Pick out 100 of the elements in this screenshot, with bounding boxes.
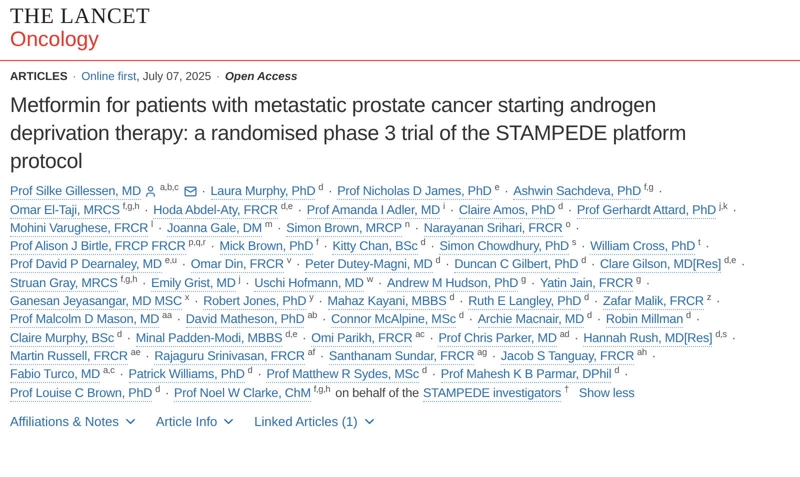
author-link[interactable]: Minal Padden-Modi, MBBS: [136, 330, 282, 347]
online-first-link[interactable]: Online first: [81, 69, 136, 86]
author-link[interactable]: Robin Millman: [606, 312, 683, 328]
separator: ·: [732, 330, 736, 347]
author-link[interactable]: Claire Murphy, BSc: [10, 330, 114, 347]
affiliation-marks: n: [404, 220, 410, 229]
author-link[interactable]: Santhanam Sundar, FRCR: [328, 348, 474, 365]
author-link[interactable]: Jacob S Tanguay, FRCR: [500, 348, 634, 365]
author-link[interactable]: Prof Alison J Birtle, FRCP FRCR: [10, 239, 186, 256]
author-link[interactable]: Yatin Jain, FRCR: [540, 276, 634, 292]
author-link[interactable]: Patrick Williams, PhD: [128, 367, 245, 384]
separator: ·: [142, 274, 146, 292]
section-toggle[interactable]: Linked Articles (1): [254, 412, 377, 432]
affiliation-marks: d: [584, 293, 589, 302]
author-link[interactable]: David Matheson, PhD: [186, 312, 304, 328]
affiliation-marks: ad: [560, 330, 570, 339]
author-link[interactable]: Mick Brown, PhD: [220, 239, 314, 256]
affiliation-marks: j,k: [719, 202, 728, 211]
author-link[interactable]: Prof Mahesh K B Parmar, DPhil: [440, 367, 612, 384]
author-link[interactable]: Prof Matthew R Sydes, MSc: [266, 367, 419, 384]
author-link[interactable]: Prof Chris Parker, MD: [438, 330, 557, 347]
article-title: Metformin for patients with metastatic prostate cancer starting androgen deprivation therapy: a randomised phase 3 trial of the STAMPEDE platform protocol: [9, 93, 688, 176]
author-link[interactable]: Omi Parikh, FRCR: [311, 330, 412, 347]
author-link[interactable]: Prof Noel W Clarke, ChM: [174, 386, 311, 402]
author-link[interactable]: Joanna Gale, DM: [166, 220, 262, 237]
show-less-link[interactable]: Show less: [578, 384, 634, 402]
author-link[interactable]: Andrew M Hudson, PhD: [387, 276, 518, 292]
affiliation-marks: aa: [162, 311, 172, 320]
author-link[interactable]: Prof David P Dearnaley, MD: [10, 257, 162, 274]
separator: ·: [320, 348, 324, 365]
author-link[interactable]: Archie Macnair, MD: [478, 312, 584, 328]
section-toggle[interactable]: Article Info: [156, 412, 236, 432]
journal-name: THE LANCET: [10, 4, 152, 28]
author-link[interactable]: Martin Russell, FRCR: [10, 348, 128, 365]
author-link[interactable]: Prof Nicholas D James, PhD: [337, 184, 492, 200]
author-link[interactable]: Simon Chowdhury, PhD: [439, 239, 569, 256]
author-link[interactable]: Struan Gray, MRCS: [10, 276, 118, 292]
separator: ·: [158, 220, 162, 237]
group-prefix: on behalf of the: [335, 384, 419, 402]
author-link[interactable]: Laura Murphy, PhD: [210, 184, 316, 200]
author-link[interactable]: Rajaguru Srinivasan, FRCR: [154, 348, 305, 365]
author-link[interactable]: Mohini Varughese, FRCR: [10, 220, 148, 237]
author-link[interactable]: Prof Amanda I Adler, MD: [306, 202, 440, 219]
author-link[interactable]: Zafar Malik, FRCR: [602, 294, 704, 310]
separator: ·: [257, 366, 262, 384]
affiliation-marks: f,g,h: [120, 274, 138, 284]
separator: ·: [126, 330, 131, 347]
author-link[interactable]: Mahaz Kayani, MBBS: [328, 294, 446, 310]
author-link[interactable]: Prof Malcolm D Mason, MD: [10, 312, 160, 328]
author-link[interactable]: Omar Din, FRCR: [190, 257, 284, 274]
author-link[interactable]: Omar El-Taji, MRCS: [10, 202, 120, 219]
affiliation-marks: ac: [415, 330, 424, 339]
author-link[interactable]: Hoda Abdel-Aty, FRCR: [153, 202, 278, 219]
affiliation-marks: d: [458, 311, 464, 320]
author-link[interactable]: Ruth E Langley, PhD: [468, 294, 582, 310]
separator: ·: [624, 366, 628, 384]
separator: ·: [459, 293, 464, 310]
separator: ·: [530, 274, 535, 292]
affiliation-marks: w: [366, 274, 374, 284]
author-link[interactable]: Prof Louise C Brown, PhD: [10, 386, 152, 402]
author-link[interactable]: Robert Jones, PhD: [203, 294, 306, 310]
author-link[interactable]: Claire Amos, PhD: [458, 202, 556, 219]
section-toggle[interactable]: Affiliations & Notes: [10, 412, 138, 432]
separator: ·: [429, 330, 434, 347]
author-link[interactable]: Connor McAlpine, MSc: [331, 312, 456, 328]
author-link[interactable]: Emily Grist, MD: [151, 276, 236, 292]
affiliation-marks: d: [558, 202, 563, 211]
journal-section: Oncology: [10, 28, 790, 52]
affiliation-marks: m: [264, 220, 272, 229]
author-link[interactable]: Clare Gilson, MD[Res]: [600, 257, 722, 274]
affiliation-marks: x: [184, 293, 190, 302]
author-link[interactable]: Prof Gerhardt Attard, PhD: [576, 202, 716, 219]
author-link[interactable]: William Cross, PhD: [590, 239, 696, 256]
separator: ·: [182, 256, 186, 274]
author-link[interactable]: Prof Silke Gillessen, MD: [10, 184, 141, 200]
author-link[interactable]: Narayanan Srihari, FRCR: [424, 220, 563, 237]
separator: ·: [574, 330, 578, 347]
affiliation-marks: d,e: [285, 330, 298, 339]
separator: ·: [145, 348, 150, 365]
author-link[interactable]: Peter Dutey-Magni, MD: [305, 257, 433, 274]
author-link[interactable]: Hannah Rush, MD[Res]: [583, 330, 712, 347]
mail-icon[interactable]: [184, 185, 196, 198]
person-icon[interactable]: [144, 185, 157, 198]
affiliation-marks: af: [308, 348, 315, 357]
access-label: Open Access: [224, 70, 298, 85]
affiliation-marks: t: [698, 238, 700, 248]
group-link[interactable]: STAMPEDE investigators: [422, 386, 562, 402]
author-link[interactable]: Ganesan Jeyasangar, MD MSC: [10, 294, 182, 310]
separator: ·: [202, 183, 206, 200]
author-link[interactable]: Kitty Chan, BSc: [332, 239, 418, 256]
separator: ·: [716, 293, 720, 310]
affiliation-marks: ab: [307, 311, 318, 320]
separator: ·: [581, 238, 586, 256]
author-link[interactable]: Uschi Hofmann, MD: [254, 276, 364, 292]
author-link[interactable]: Fabio Turco, MD: [10, 367, 100, 384]
author-link[interactable]: Ashwin Sachdeva, PhD: [513, 184, 641, 200]
author-link[interactable]: Simon Brown, MRCP: [286, 220, 402, 237]
affiliation-marks: d: [422, 366, 427, 376]
affiliation-marks: f,g,h: [122, 202, 140, 211]
author-link[interactable]: Duncan C Gilbert, PhD: [454, 257, 578, 274]
